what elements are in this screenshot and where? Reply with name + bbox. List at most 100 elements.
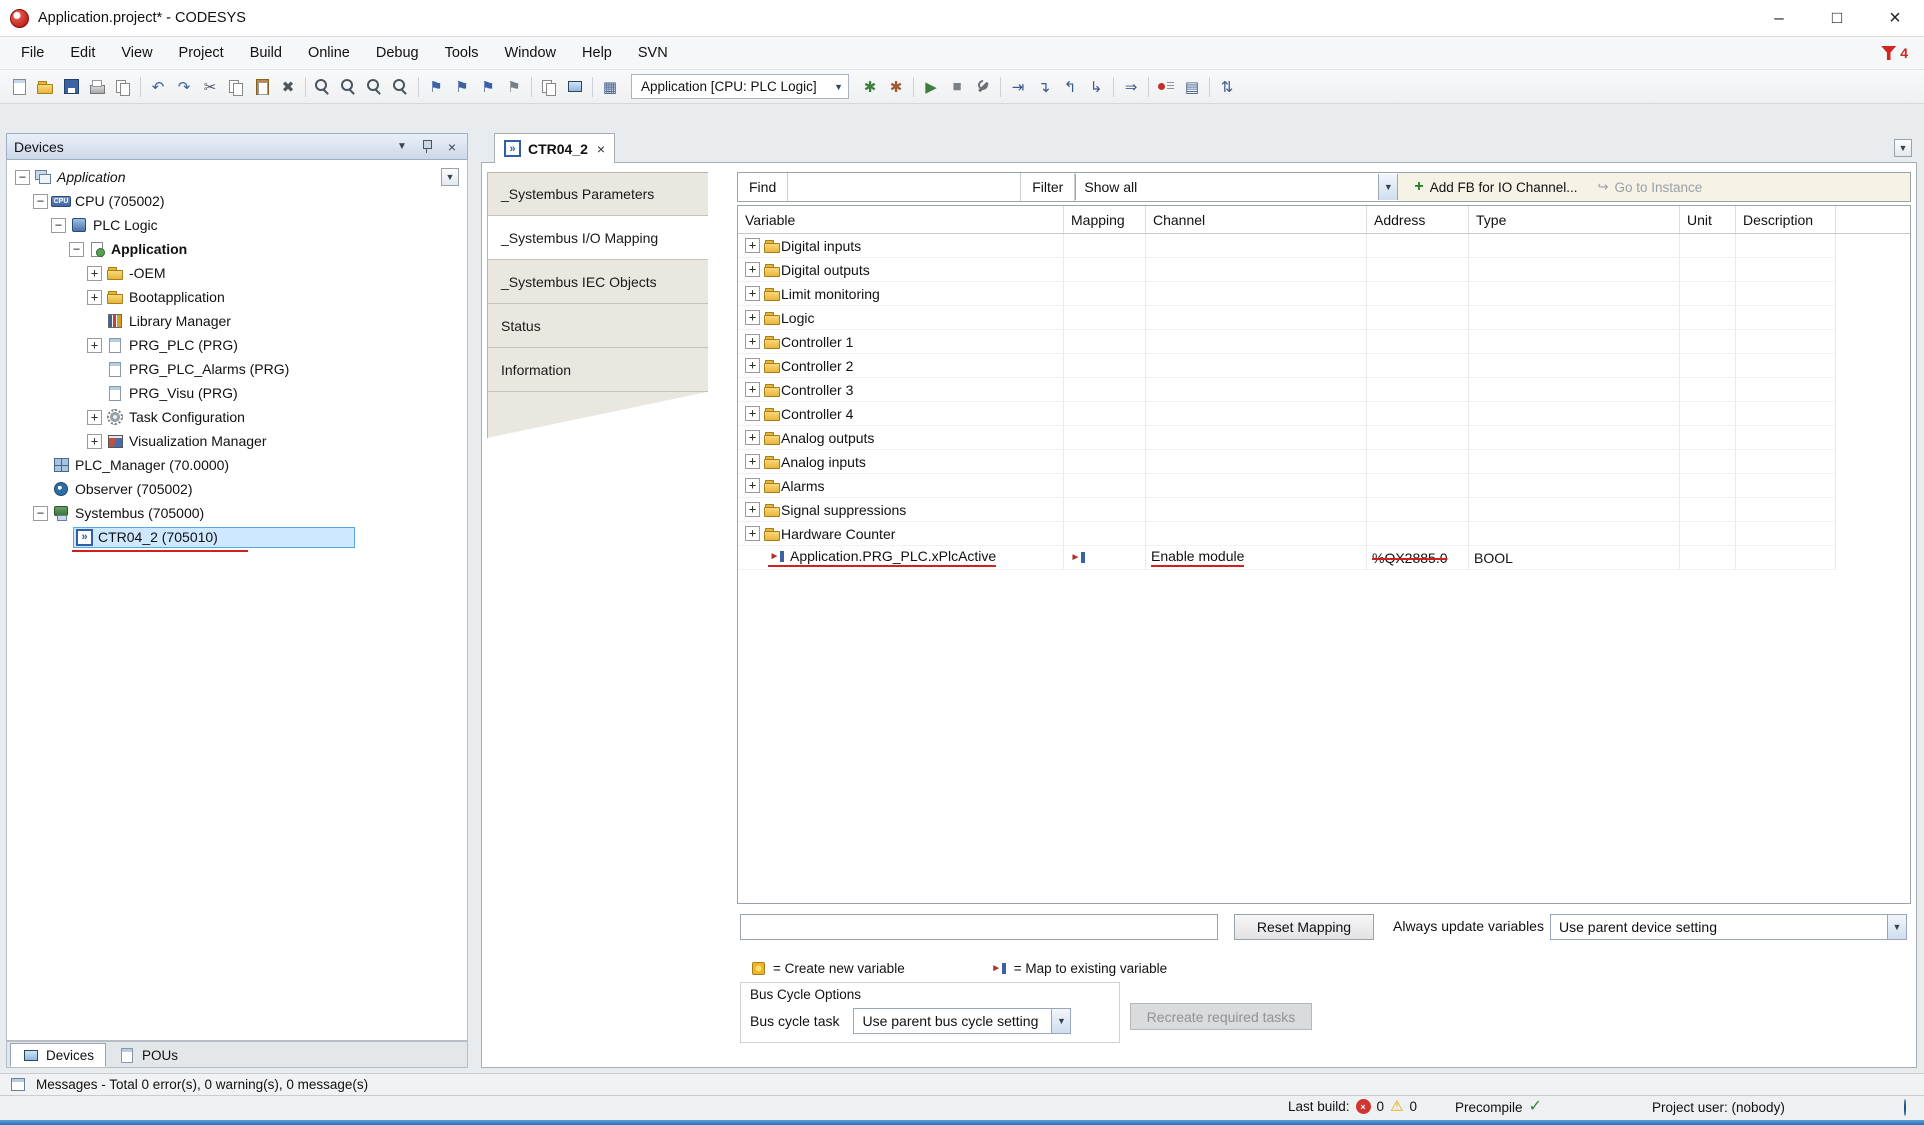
expand-icon[interactable]: + <box>745 358 760 373</box>
expand-icon[interactable]: + <box>745 406 760 421</box>
menu-file[interactable]: File <box>8 40 57 66</box>
global-replace-icon[interactable] <box>388 74 414 100</box>
copy-icon[interactable] <box>223 74 249 100</box>
column-mapping[interactable]: Mapping <box>1064 206 1146 233</box>
io-group-row[interactable]: +Limit monitoring <box>738 282 1910 306</box>
reset-mapping-button[interactable]: Reset Mapping <box>1234 914 1374 940</box>
tree-item-plc-manager[interactable]: PLC_Manager (70.0000) <box>7 453 467 477</box>
io-group-row[interactable]: +Digital outputs <box>738 258 1910 282</box>
expand-icon[interactable]: + <box>87 434 102 449</box>
io-group-row[interactable]: +Controller 1 <box>738 330 1910 354</box>
column-description[interactable]: Description <box>1736 206 1836 233</box>
expand-icon[interactable]: + <box>87 338 102 353</box>
io-group-row[interactable]: +Logic <box>738 306 1910 330</box>
global-search-icon[interactable] <box>362 74 388 100</box>
show-next-statement-icon[interactable]: ⇒ <box>1118 74 1144 100</box>
tree-item-ctr04-2[interactable]: CTR04_2 (705010) <box>7 525 467 549</box>
tree-item-prg-visu[interactable]: PRG_Visu (PRG) <box>7 381 467 405</box>
filter-select[interactable]: Show all ▼ <box>1075 174 1398 200</box>
tree-item-plc-logic[interactable]: −PLC Logic <box>7 213 467 237</box>
io-group-row[interactable]: +Analog inputs <box>738 450 1910 474</box>
menu-view[interactable]: View <box>108 40 165 66</box>
maximize-icon[interactable]: □ <box>1808 0 1866 36</box>
column-variable[interactable]: Variable <box>738 206 1064 233</box>
flow-control-icon[interactable]: ▤ <box>1179 74 1205 100</box>
menu-help[interactable]: Help <box>569 40 625 66</box>
active-application-select[interactable]: Application [CPU: PLC Logic] ▼ <box>631 74 849 99</box>
recreate-required-tasks-button[interactable]: Recreate required tasks <box>1130 1003 1312 1030</box>
tree-item-bootapplication[interactable]: +Bootapplication <box>7 285 467 309</box>
globe-icon[interactable] <box>1904 1100 1906 1115</box>
expand-icon[interactable]: + <box>745 334 760 349</box>
io-group-row[interactable]: +Signal suppressions <box>738 498 1910 522</box>
tab-pous[interactable]: POUs <box>106 1043 190 1067</box>
expand-icon[interactable]: + <box>745 310 760 325</box>
always-update-select[interactable]: Use parent device setting ▼ <box>1550 914 1907 940</box>
tree-item-library-manager[interactable]: Library Manager <box>7 309 467 333</box>
new-file-icon[interactable] <box>6 74 32 100</box>
pin-icon[interactable] <box>419 139 435 155</box>
search-icon[interactable] <box>310 74 336 100</box>
tab-information[interactable]: Information <box>487 348 708 392</box>
expand-icon[interactable]: + <box>87 290 102 305</box>
io-group-row[interactable]: +Controller 4 <box>738 402 1910 426</box>
tree-quick-menu-icon[interactable]: ▼ <box>441 168 459 186</box>
tree-item-task-configuration[interactable]: +Task Configuration <box>7 405 467 429</box>
tree-item-application[interactable]: −Application <box>7 237 467 261</box>
compare-editor-icon[interactable] <box>536 74 562 100</box>
messages-bar[interactable]: Messages - Total 0 error(s), 0 warning(s… <box>0 1073 1924 1096</box>
run-to-cursor-icon[interactable]: ↳ <box>1083 74 1109 100</box>
selected-tree-item[interactable]: CTR04_2 (705010) <box>73 527 355 548</box>
breakpoints-list-icon[interactable] <box>1153 74 1179 100</box>
stop-icon[interactable]: ■ <box>944 74 970 100</box>
column-address[interactable]: Address <box>1367 206 1469 233</box>
io-group-row[interactable]: +Analog outputs <box>738 426 1910 450</box>
expand-icon[interactable]: + <box>745 382 760 397</box>
expand-icon[interactable]: + <box>745 286 760 301</box>
io-group-row[interactable]: +Controller 2 <box>738 354 1910 378</box>
paste-icon[interactable] <box>249 74 275 100</box>
tree-item-cpu[interactable]: −CPU (705002) <box>7 189 467 213</box>
io-group-row[interactable]: +Alarms <box>738 474 1910 498</box>
io-group-row[interactable]: +Hardware Counter <box>738 522 1910 546</box>
panel-menu-icon[interactable]: ▼ <box>394 139 410 155</box>
menu-svn[interactable]: SVN <box>625 40 681 66</box>
collapse-icon[interactable]: − <box>15 170 30 185</box>
bus-cycle-task-select[interactable]: Use parent bus cycle setting ▼ <box>853 1008 1071 1034</box>
expand-icon[interactable]: + <box>745 262 760 277</box>
column-type[interactable]: Type <box>1469 206 1680 233</box>
expand-icon[interactable]: + <box>745 478 760 493</box>
delete-icon[interactable]: ✖ <box>275 74 301 100</box>
close-icon[interactable]: × <box>1866 0 1924 36</box>
toolbox-icon[interactable] <box>970 74 996 100</box>
io-group-row[interactable]: +Digital inputs <box>738 234 1910 258</box>
expand-icon[interactable]: + <box>87 266 102 281</box>
window-editor-icon[interactable] <box>562 74 588 100</box>
menu-online[interactable]: Online <box>295 40 363 66</box>
mapping-filter-input[interactable] <box>740 914 1218 940</box>
expand-icon[interactable]: + <box>745 454 760 469</box>
tab-devices[interactable]: Devices <box>10 1043 106 1067</box>
bookmark-next-icon[interactable]: ⚑ <box>449 74 475 100</box>
tab-systembus-iec-objects[interactable]: _Systembus IEC Objects <box>487 260 708 304</box>
step-over-icon[interactable]: ⇥ <box>1005 74 1031 100</box>
save-icon[interactable] <box>58 74 84 100</box>
collapse-icon[interactable]: − <box>69 242 84 257</box>
expand-icon[interactable]: + <box>745 430 760 445</box>
tree-item-visualization-manager[interactable]: +Visualization Manager <box>7 429 467 453</box>
tab-systembus-parameters[interactable]: _Systembus Parameters <box>487 172 708 216</box>
panel-close-icon[interactable]: × <box>444 139 460 155</box>
build-icon[interactable]: ✱ <box>857 74 883 100</box>
tab-status[interactable]: Status <box>487 304 708 348</box>
go-to-instance-button[interactable]: ↪Go to Instance <box>1590 176 1711 198</box>
devices-panel-header[interactable]: Devices ▼ × <box>6 133 468 160</box>
menu-edit[interactable]: Edit <box>57 40 108 66</box>
find-input[interactable] <box>788 173 1021 201</box>
bookmarks-clear-icon[interactable]: ⚑ <box>501 74 527 100</box>
open-project-icon[interactable] <box>32 74 58 100</box>
tree-item-observer[interactable]: Observer (705002) <box>7 477 467 501</box>
menu-build[interactable]: Build <box>237 40 295 66</box>
tree-item-oem[interactable]: +-OEM <box>7 261 467 285</box>
print-icon[interactable] <box>84 74 110 100</box>
expand-icon[interactable]: + <box>745 526 760 541</box>
